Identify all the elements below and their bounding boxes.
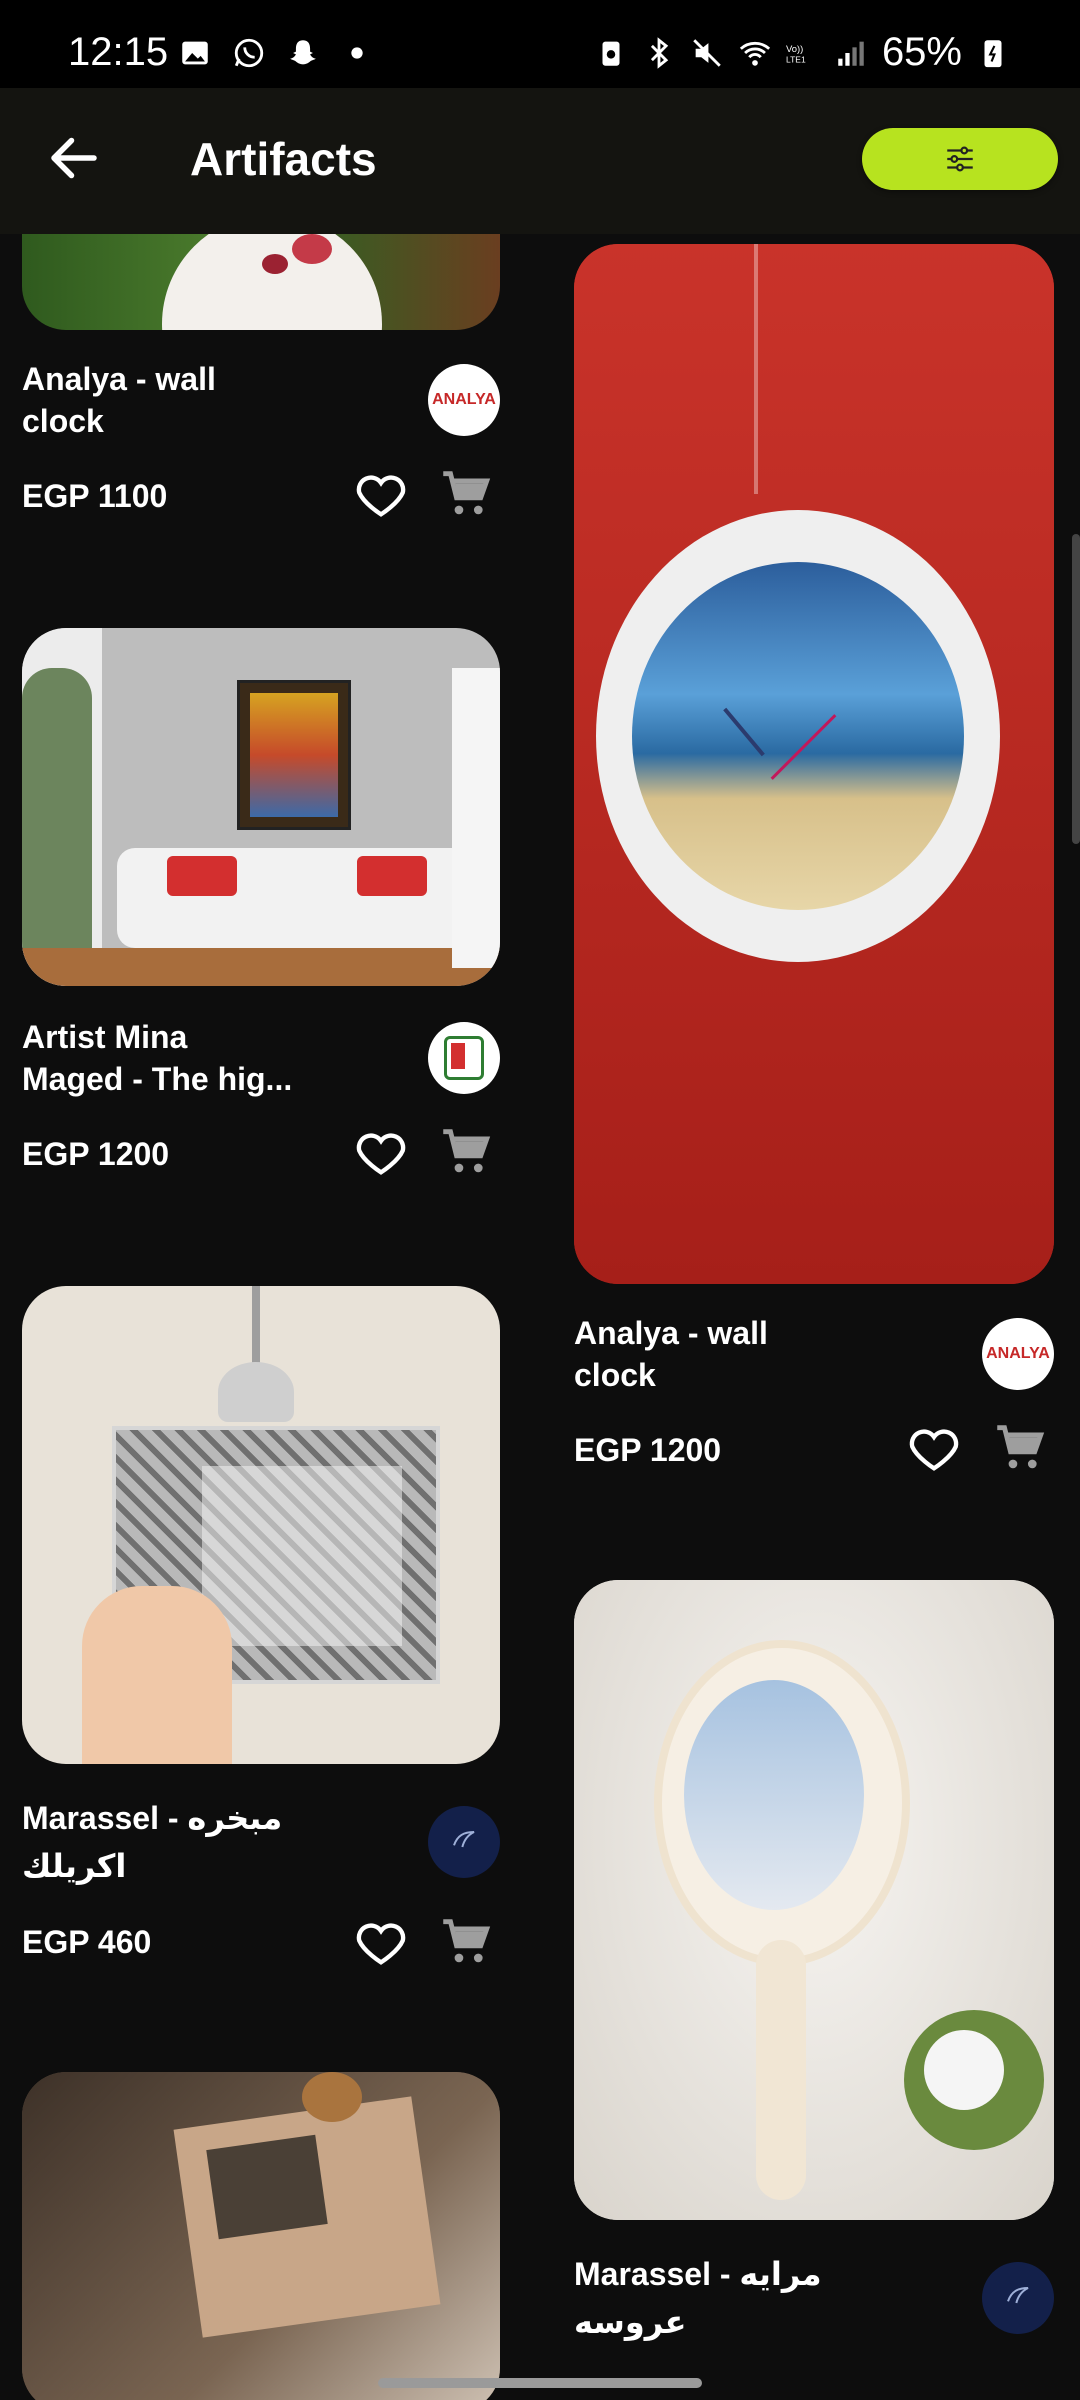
arrow-left-icon[interactable] (44, 128, 104, 188)
product-name[interactable]: Analya - wall clock (574, 1312, 834, 1396)
product-name-line: عروسه (574, 2304, 687, 2340)
heart-icon[interactable] (352, 1124, 410, 1182)
product-name-line: اكريلك (22, 1848, 127, 1884)
system-icons: Vo)) LTE1 65% (594, 30, 1010, 75)
product-name-line: Artist Mina (22, 1019, 188, 1055)
filter-button[interactable] (862, 128, 1058, 190)
status-bar: 12:15 Vo)) LTE1 65% (0, 0, 1080, 88)
app-bar: Artifacts (0, 88, 1080, 234)
page-title: Artifacts (190, 133, 377, 185)
product-image (22, 234, 500, 330)
product-price: EGP 1200 (22, 1136, 170, 1172)
whatsapp-icon (234, 38, 264, 68)
svg-text:LTE1: LTE1 (786, 54, 806, 64)
product-name-line: Marassel - مبخره (22, 1800, 283, 1836)
product-image[interactable] (574, 244, 1054, 1284)
vendor-logo[interactable] (428, 1022, 500, 1094)
product-name-line: Maged - The hig... (22, 1061, 293, 1097)
battery-percent: 65% (881, 30, 962, 74)
bluetooth-icon (650, 36, 669, 69)
cart-icon[interactable] (436, 464, 494, 522)
sliders-icon (947, 146, 973, 172)
volte-icon: Vo))LTE1 (786, 44, 806, 64)
vendor-logo[interactable]: ANALYA (428, 364, 500, 436)
product-name[interactable]: Marassel - مرايه عروسه (574, 2250, 894, 2346)
vendor-logo[interactable] (982, 2262, 1054, 2334)
signal-icon (838, 41, 864, 66)
battery-saver-icon (602, 41, 620, 66)
notification-icons (178, 36, 374, 70)
product-price: EGP 1200 (574, 1432, 722, 1468)
scrollbar[interactable] (1072, 534, 1080, 844)
vendor-logo-mark (453, 1831, 475, 1848)
product-name[interactable]: Analya - wall clock (22, 358, 282, 442)
product-image[interactable] (22, 1286, 500, 1764)
vendor-logo[interactable] (428, 1806, 500, 1878)
vendor-name: ANALYA (432, 391, 496, 408)
product-image[interactable] (22, 628, 500, 986)
heart-icon[interactable] (905, 1420, 963, 1478)
product-image[interactable] (574, 1580, 1054, 2220)
status-time: 12:15 (68, 30, 169, 74)
product-price: EGP 1100 (22, 478, 168, 514)
product-image[interactable] (22, 2072, 500, 2400)
cart-icon[interactable] (990, 1418, 1048, 1476)
battery-icon (984, 39, 1002, 67)
vendor-logo-mark (1007, 2287, 1029, 2304)
wifi-icon (739, 41, 771, 66)
product-name[interactable]: Marassel - مبخره اكريلك (22, 1794, 342, 1890)
mute-icon (693, 38, 721, 67)
vendor-logo[interactable]: ANALYA (982, 1318, 1054, 1390)
home-indicator[interactable] (378, 2378, 702, 2388)
product-grid: Analya - wall clock ANALYA EGP 1100 Arti… (0, 234, 1080, 2400)
svg-text:Vo)): Vo)) (786, 44, 803, 55)
product-name[interactable]: Artist Mina Maged - The hig... (22, 1016, 342, 1100)
product-price: EGP 460 (22, 1924, 152, 1960)
cart-icon[interactable] (436, 1912, 494, 1970)
cart-icon[interactable] (436, 1122, 494, 1180)
product-name-line: clock (22, 403, 104, 439)
heart-icon[interactable] (352, 466, 410, 524)
gallery-icon (182, 41, 208, 65)
vendor-name: ANALYA (986, 1345, 1050, 1362)
product-name-line: clock (574, 1357, 656, 1393)
snapchat-icon (290, 40, 316, 65)
heart-icon[interactable] (352, 1914, 410, 1972)
vendor-logo-mark (444, 1036, 484, 1080)
product-name-line: Analya - wall (574, 1315, 768, 1351)
product-name-line: Analya - wall (22, 361, 216, 397)
product-name-line: Marassel - مرايه (574, 2256, 822, 2292)
dot-icon (351, 47, 363, 59)
